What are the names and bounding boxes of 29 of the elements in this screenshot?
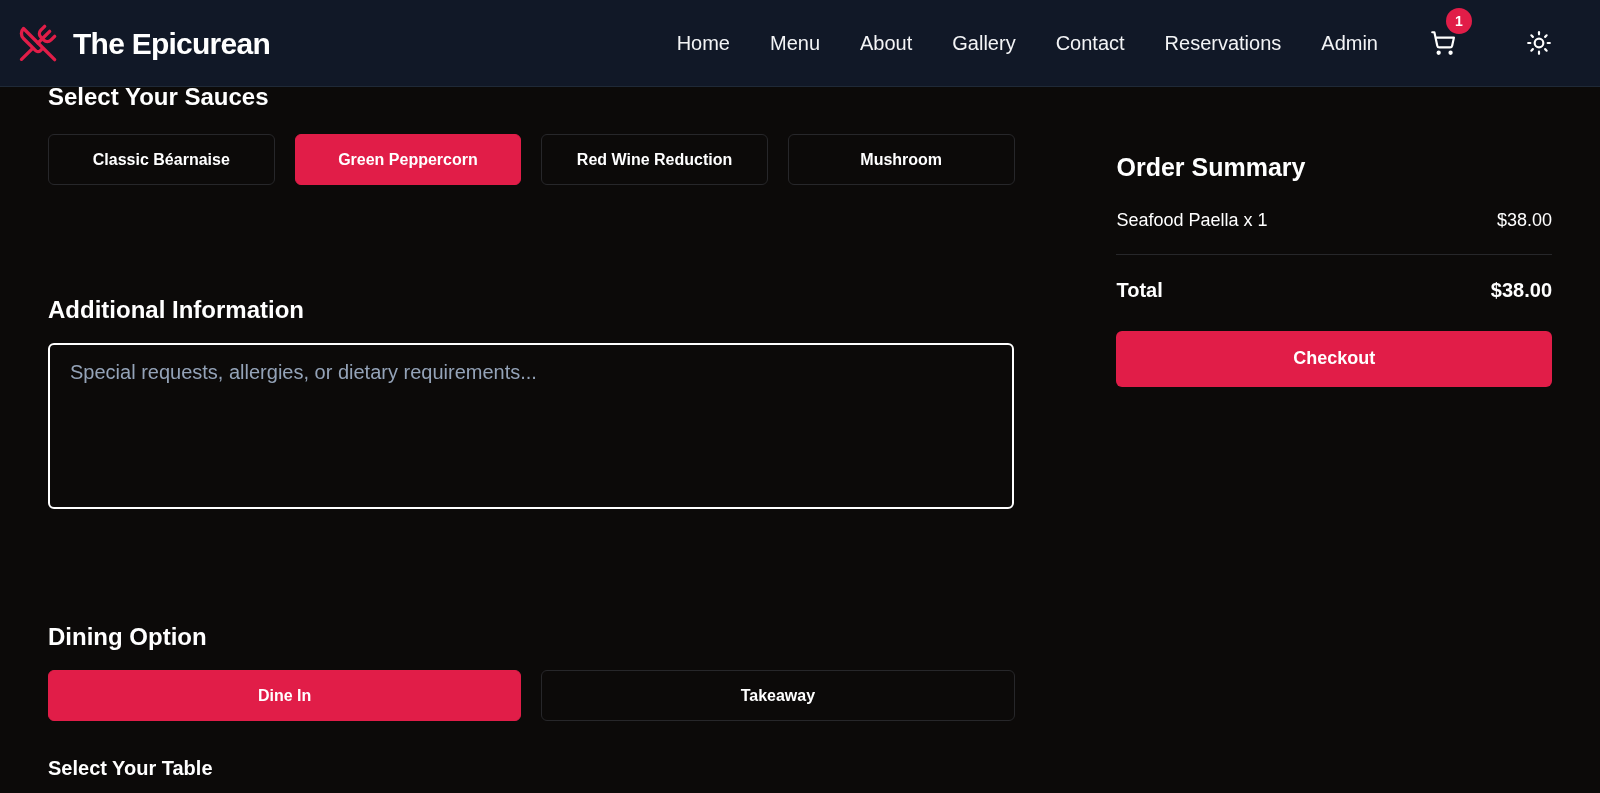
additional-info-field[interactable]: Special requests, allergies, or dietary requirements...	[48, 343, 1015, 509]
nav-link[interactable]: About	[860, 28, 913, 58]
checkout-button[interactable]: Checkout	[1116, 330, 1552, 387]
section-heading: Additional Information	[48, 295, 305, 325]
option-button[interactable]: Green Peppercorn	[294, 134, 522, 185]
brand-name: The Epicurean	[73, 25, 270, 62]
nav-link[interactable]: Home	[676, 28, 730, 58]
nav-link[interactable]: Gallery	[952, 28, 1016, 58]
option-button[interactable]: Takeaway	[541, 670, 1015, 721]
item-name: Seafood Paella x 1	[1116, 208, 1268, 232]
summary-heading: Order Summary	[1116, 152, 1307, 183]
total-amount: $38.00	[1490, 277, 1552, 303]
option-button[interactable]: Red Wine Reduction	[541, 134, 768, 185]
nav-link[interactable]: Contact	[1055, 28, 1125, 58]
option-button[interactable]: Mushroom	[787, 134, 1015, 185]
item-price: $38.00	[1496, 208, 1552, 232]
utensils-icon	[18, 23, 58, 63]
cart-icon[interactable]	[1430, 30, 1456, 56]
subsection-heading: Select Your Table	[48, 756, 214, 781]
option-button[interactable]: Classic Béarnaise	[48, 134, 275, 185]
cart-count-badge: 1	[1446, 8, 1472, 34]
nav-link[interactable]: Reservations	[1164, 28, 1282, 58]
section-heading: Dining Option	[48, 622, 208, 652]
theme-toggle-icon[interactable]	[1526, 30, 1552, 56]
total-label: Total	[1116, 277, 1163, 303]
section-heading: Select Your Sauces	[48, 87, 270, 107]
nav-link[interactable]: Admin	[1321, 28, 1378, 58]
option-button[interactable]: Dine In	[48, 670, 522, 721]
nav-link[interactable]: Menu	[770, 28, 820, 58]
